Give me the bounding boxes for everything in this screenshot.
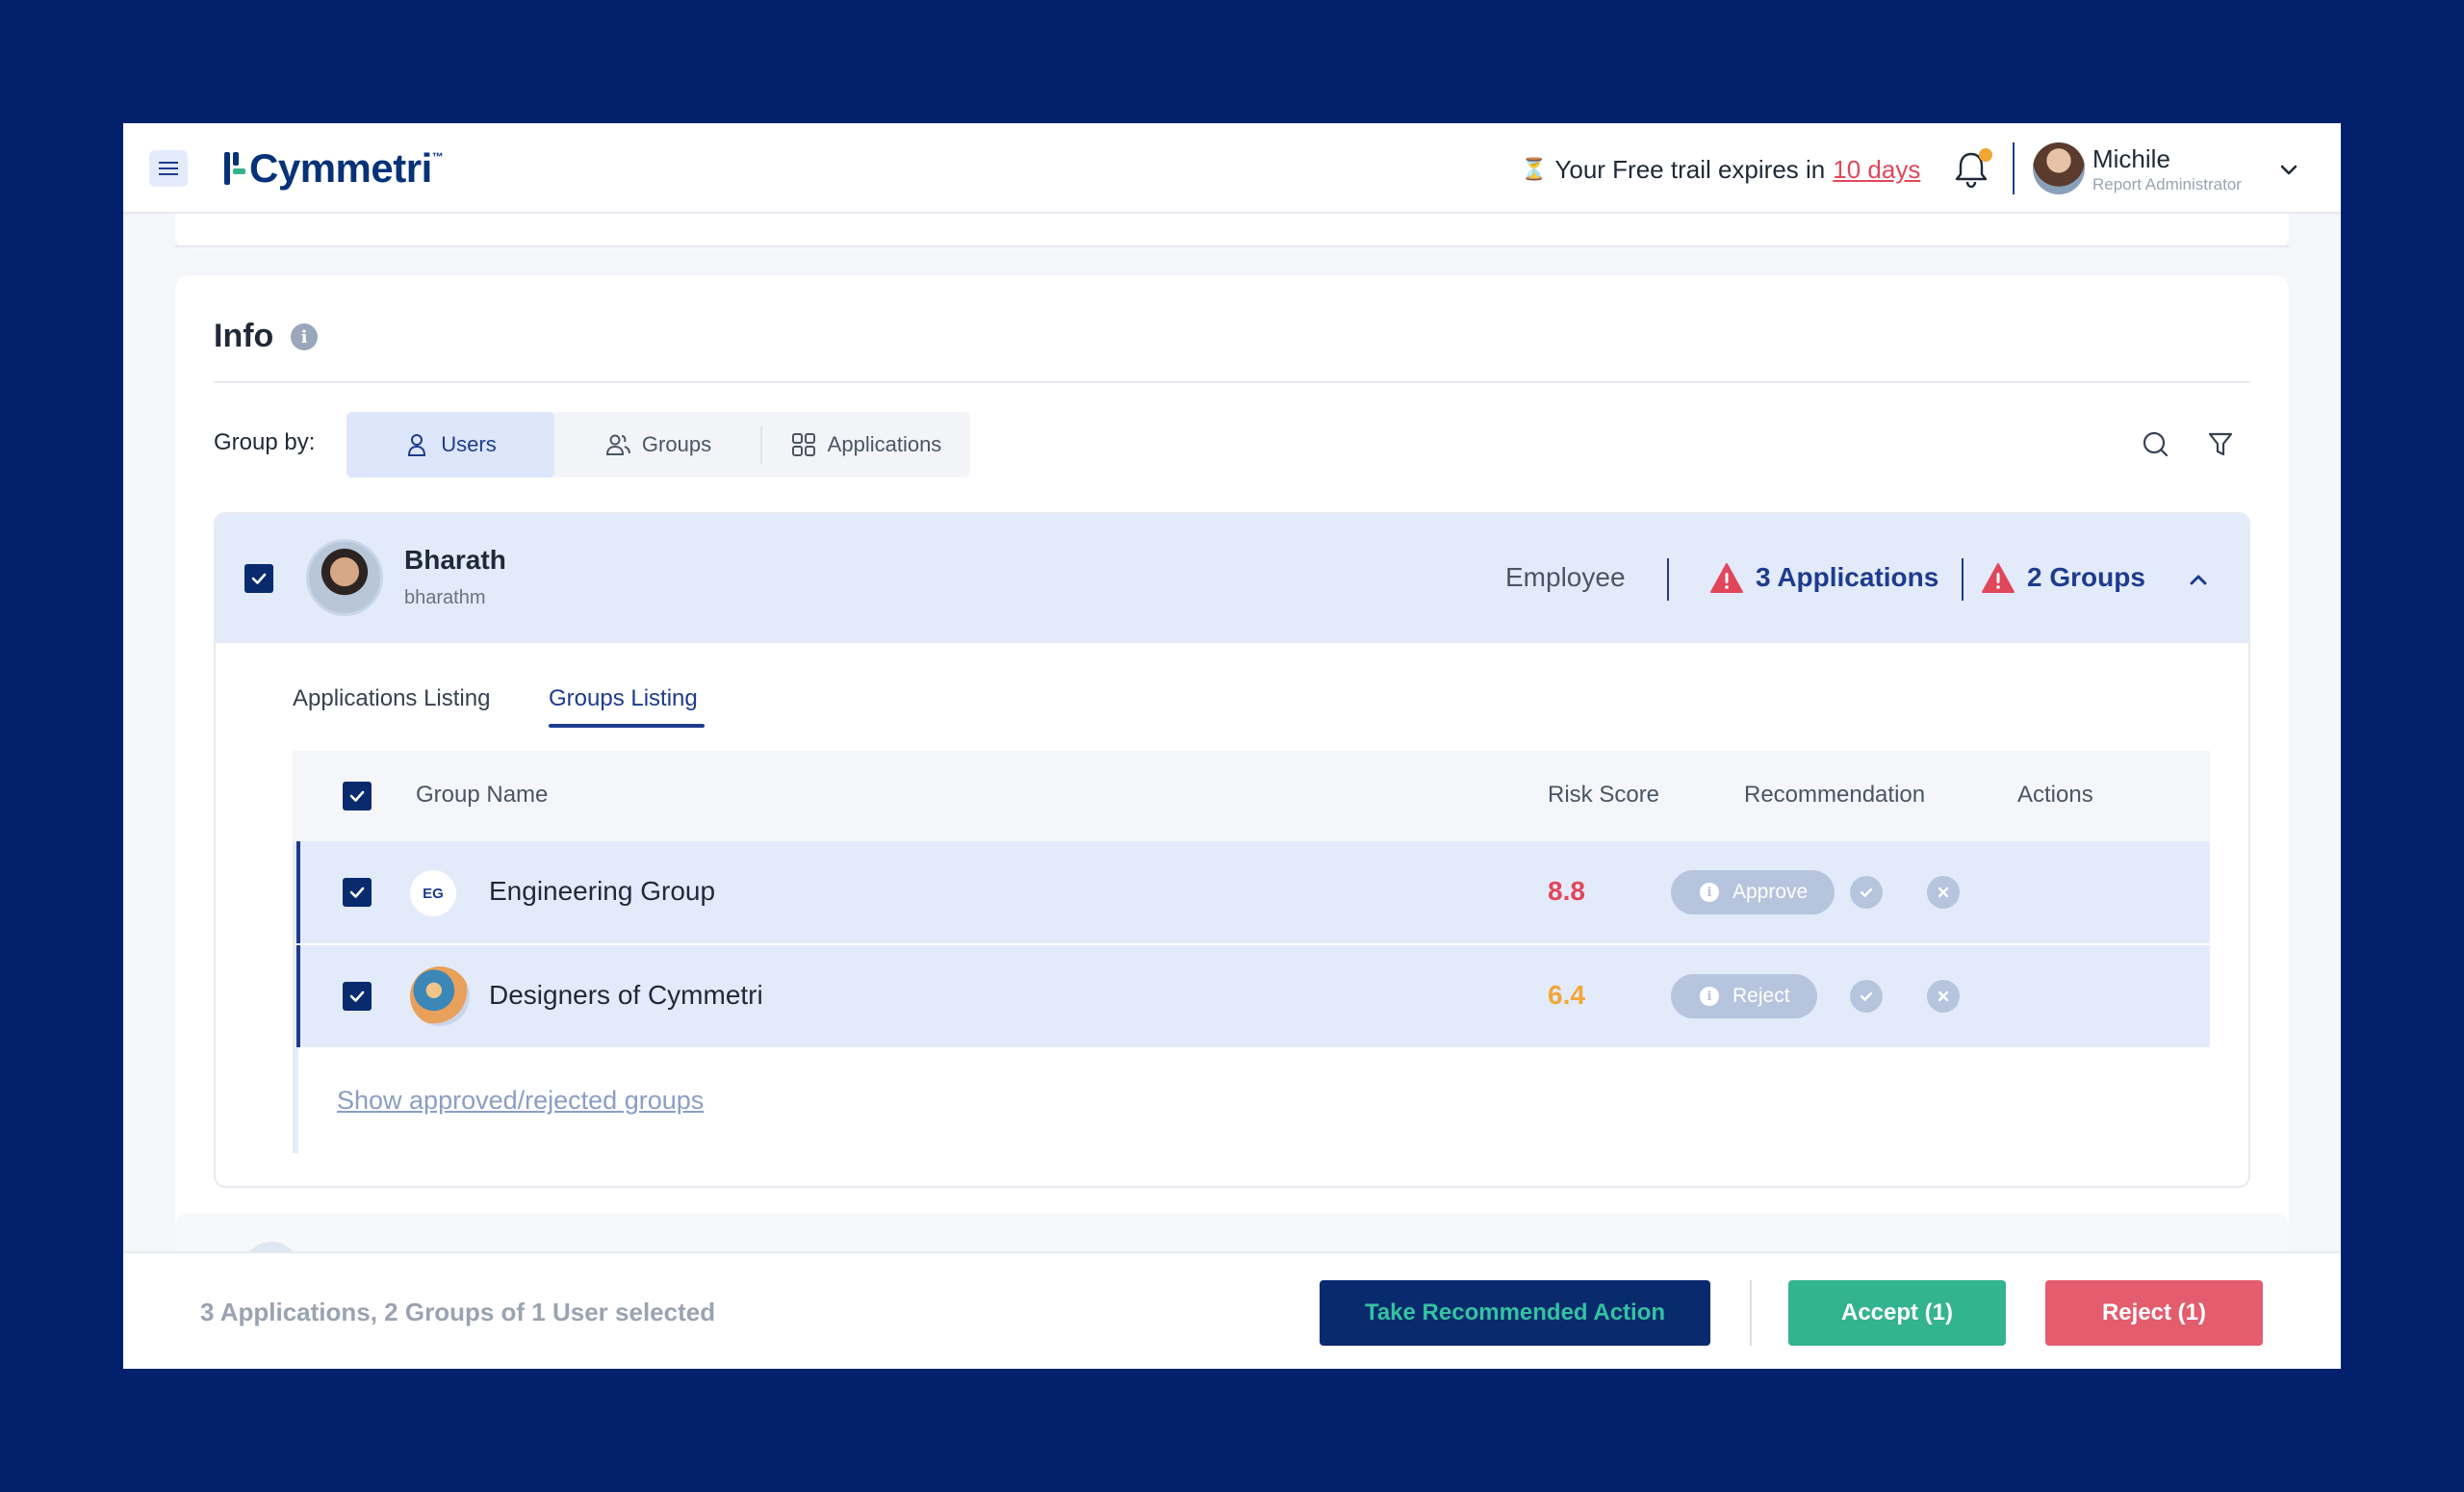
trial-text: Your Free trail expires in: [1554, 154, 1826, 184]
user-handle: bharathm: [404, 587, 486, 608]
divider: [1667, 558, 1669, 601]
info-icon: i: [1700, 883, 1719, 902]
bottom-action-bar: 3 Applications, 2 Groups of 1 User selec…: [123, 1251, 2341, 1369]
risk-score: 6.4: [1548, 980, 1585, 1010]
hamburger-icon: [159, 167, 178, 169]
column-header-actions: Actions: [2017, 782, 2093, 808]
notification-dot: [1979, 148, 1992, 162]
recommendation-badge[interactable]: i Reject: [1671, 974, 1817, 1018]
show-approved-rejected-link[interactable]: Show approved/rejected groups: [337, 1086, 704, 1116]
close-icon: [1938, 887, 1949, 898]
check-icon: [1860, 991, 1873, 1001]
column-header-risk-score[interactable]: Risk Score: [1548, 782, 1659, 809]
group-initials-badge: EG: [410, 870, 456, 916]
avatar: [306, 539, 383, 616]
warning-icon: [1710, 563, 1743, 593]
divider: [214, 381, 2250, 383]
search-icon[interactable]: [2141, 429, 2169, 458]
reject-button[interactable]: [1927, 980, 1960, 1013]
logo-text: Cymmetri: [249, 145, 432, 191]
check-icon: [349, 790, 365, 802]
row-selected-bar: [296, 841, 300, 943]
previous-card: [175, 214, 2289, 248]
group-by-segmented-control: Users Groups Applications: [346, 412, 970, 477]
recommendation-label: Approve: [1732, 881, 1809, 903]
user-panel-header[interactable]: Bharath bharathm Employee 3 Applications…: [216, 514, 2248, 643]
group-by-applications-label: Applications: [827, 432, 942, 456]
top-bar: Cymmetri ™ ⏳ Your Free trail expires in …: [123, 123, 2341, 214]
group-name: Designers of Cymmetri: [489, 980, 763, 1010]
app-window: Cymmetri ™ ⏳ Your Free trail expires in …: [123, 123, 2341, 1369]
trial-notice: ⏳ Your Free trail expires in 10 days: [1521, 152, 1920, 187]
accept-button[interactable]: Accept (1): [1788, 1280, 2006, 1346]
user-role: Employee: [1505, 562, 1626, 592]
warning-icon: [1982, 563, 2015, 593]
group-by-groups-label: Groups: [641, 432, 712, 456]
close-icon: [1938, 990, 1949, 1002]
logo-trademark: ™: [431, 150, 444, 164]
applications-count[interactable]: 3 Applications: [1756, 562, 1938, 593]
table-row[interactable]: EG Engineering Group 8.8 i Approve: [296, 841, 2210, 943]
approve-button[interactable]: [1850, 980, 1883, 1013]
divider: [1750, 1280, 1752, 1346]
user-panel: Bharath bharathm Employee 3 Applications…: [214, 512, 2250, 1188]
trial-days-link[interactable]: 10 days: [1833, 155, 1920, 185]
group-by-groups[interactable]: Groups: [554, 412, 762, 477]
recommendation-badge[interactable]: i Approve: [1671, 870, 1835, 914]
group-avatar: [410, 966, 470, 1026]
selection-summary: 3 Applications, 2 Groups of 1 User selec…: [200, 1298, 716, 1326]
users-group-icon: [605, 434, 630, 455]
recommendation-label: Reject: [1732, 985, 1790, 1007]
column-header-recommendation[interactable]: Recommendation: [1744, 782, 1925, 809]
groups-count[interactable]: 2 Groups: [2027, 562, 2145, 593]
groups-table: Group Name Risk Score Recommendation Act…: [293, 751, 2210, 1153]
info-card: Info i Group by: Users Groups Applicatio…: [175, 275, 2289, 1296]
group-name: Engineering Group: [489, 876, 716, 906]
hourglass-icon: ⏳: [1521, 157, 1548, 181]
active-tab-indicator: [549, 724, 705, 728]
logo[interactable]: Cymmetri ™: [224, 144, 444, 193]
risk-score: 8.8: [1548, 876, 1585, 906]
group-by-label: Group by:: [214, 429, 316, 455]
table-row[interactable]: Designers of Cymmetri 6.4 i Reject: [296, 945, 2210, 1047]
select-all-checkbox[interactable]: [343, 782, 372, 810]
avatar[interactable]: [2033, 142, 2085, 194]
page-title: Info: [214, 318, 274, 354]
chevron-up-icon[interactable]: [2183, 564, 2214, 595]
approve-button[interactable]: [1850, 876, 1883, 909]
row-selected-bar: [296, 945, 300, 1047]
info-icon[interactable]: i: [291, 323, 318, 350]
tab-groups-listing[interactable]: Groups Listing: [549, 685, 698, 712]
user-icon: [408, 434, 426, 456]
info-icon: i: [1700, 987, 1719, 1006]
group-by-applications[interactable]: Applications: [762, 412, 970, 477]
check-icon: [349, 887, 365, 898]
user-checkbox[interactable]: [244, 564, 273, 593]
filter-icon[interactable]: [2206, 429, 2235, 458]
current-user-role: Report Administrator: [2092, 175, 2242, 193]
chevron-down-icon[interactable]: [2277, 158, 2300, 181]
row-checkbox[interactable]: [343, 878, 372, 907]
column-header-group-name[interactable]: Group Name: [416, 782, 548, 809]
grid-apps-icon: [791, 433, 815, 456]
hamburger-menu-button[interactable]: [149, 150, 188, 187]
divider: [1962, 558, 1964, 601]
current-user-name[interactable]: Michile: [2092, 144, 2170, 174]
check-icon: [1860, 887, 1873, 897]
logo-mark-icon: [224, 152, 245, 185]
user-name: Bharath: [404, 545, 506, 575]
group-by-users-label: Users: [441, 432, 497, 456]
check-icon: [251, 573, 267, 584]
table-header: Group Name Risk Score Recommendation Act…: [293, 751, 2210, 841]
divider: [175, 245, 2289, 247]
header-divider: [2013, 142, 2015, 194]
row-checkbox[interactable]: [343, 982, 372, 1011]
tab-applications-listing[interactable]: Applications Listing: [293, 685, 490, 712]
reject-selected-button[interactable]: Reject (1): [2045, 1280, 2263, 1346]
take-recommended-action-button[interactable]: Take Recommended Action: [1320, 1280, 1710, 1346]
check-icon: [349, 990, 365, 1002]
group-by-users[interactable]: Users: [346, 412, 554, 477]
reject-button[interactable]: [1927, 876, 1960, 909]
